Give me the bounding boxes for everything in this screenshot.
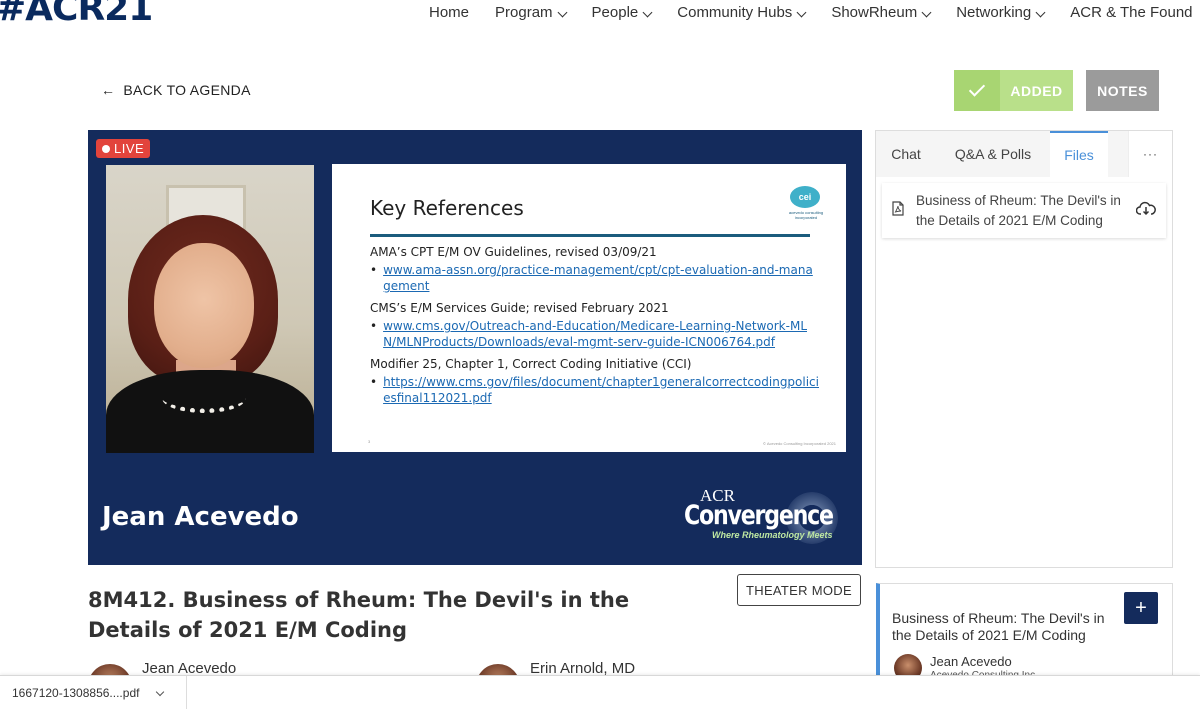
nav-people[interactable]: People: [579, 0, 665, 30]
speaker-camera-feed: [106, 165, 314, 453]
slide-divider: [370, 234, 810, 237]
cloud-download-icon[interactable]: [1135, 201, 1156, 221]
chevron-down-icon: [642, 7, 653, 18]
chevron-down-icon[interactable]: [156, 687, 165, 696]
file-list-item[interactable]: Business of Rheum: The Devil's in the De…: [882, 183, 1166, 238]
back-label: BACK TO AGENDA: [123, 82, 251, 98]
live-dot-icon: [102, 144, 110, 153]
tab-qa-polls[interactable]: Q&A & Polls: [936, 131, 1050, 177]
nav-acr-foundation[interactable]: ACR & The Found: [1057, 0, 1200, 30]
speaker-name: Jean Acevedo: [930, 654, 1012, 669]
download-item[interactable]: 1667120-1308856....pdf: [0, 676, 187, 709]
download-bar: 1667120-1308856....pdf: [0, 675, 1200, 709]
pdf-file-icon: [892, 200, 904, 221]
reference-heading: AMA’s CPT E/M OV Guidelines, revised 03/…: [370, 245, 657, 259]
reference-heading: Modifier 25, Chapter 1, Correct Coding I…: [370, 357, 692, 371]
chevron-down-icon: [921, 7, 932, 18]
live-badge: LIVE: [96, 139, 151, 158]
reference-item: • https://www.cms.gov/files/document/chap…: [370, 375, 819, 405]
side-panel: Chat Q&A & Polls Files ··· Business of R…: [875, 130, 1173, 568]
chevron-down-icon: [796, 7, 807, 18]
reference-link: www.ama-assn.org/practice-management/cpt…: [383, 263, 813, 293]
arrow-left-icon: ←: [101, 82, 116, 98]
file-name: Business of Rheum: The Devil's in the De…: [916, 192, 1121, 228]
slide-copyright: © Acevedo Consulting Incorporated 2021: [763, 441, 836, 446]
theater-mode-button[interactable]: THEATER MODE: [737, 574, 861, 606]
slide-page-number: 3: [368, 439, 371, 444]
chevron-down-icon: [1035, 7, 1046, 18]
reference-heading: CMS’s E/M Services Guide; revised Februa…: [370, 301, 669, 315]
tab-spacer: [1108, 131, 1128, 177]
acr21-logo[interactable]: #ACR21: [0, 0, 153, 29]
nav-program[interactable]: Program: [482, 0, 579, 30]
added-label: ADDED: [1010, 82, 1063, 99]
slide-references: AMA’s CPT E/M OV Guidelines, revised 03/…: [370, 244, 820, 406]
added-button[interactable]: ADDED: [954, 70, 1073, 111]
tab-files[interactable]: Files: [1050, 131, 1108, 177]
nav-showrheum[interactable]: ShowRheum: [818, 0, 943, 30]
reference-item: • www.ama-assn.org/practice-management/cp…: [370, 262, 820, 294]
video-player[interactable]: LIVE Key References cei acevedo consulti…: [88, 130, 862, 565]
slide-title: Key References: [370, 196, 524, 220]
add-to-agenda-button[interactable]: +: [1124, 592, 1158, 624]
nav-networking[interactable]: Networking: [943, 0, 1057, 30]
nav-home[interactable]: Home: [416, 0, 482, 30]
agenda-session-card[interactable]: Business of Rheum: The Devil's in the De…: [876, 583, 1173, 683]
reference-item: • www.cms.gov/Outreach-and-Education/Medi…: [370, 318, 820, 350]
panel-tabs: Chat Q&A & Polls Files ···: [876, 131, 1172, 177]
presentation-slide: Key References cei acevedo consulting in…: [332, 164, 846, 452]
back-to-agenda-link[interactable]: ← BACK TO AGENDA: [101, 82, 251, 98]
notes-button[interactable]: NOTES: [1086, 70, 1159, 111]
checkmark-icon: [954, 70, 1000, 111]
download-filename: 1667120-1308856....pdf: [12, 686, 140, 700]
main-nav: Home Program People Community Hubs ShowR…: [416, 0, 1200, 30]
tab-chat[interactable]: Chat: [876, 131, 936, 177]
reference-link: https://www.cms.gov/files/document/chapt…: [383, 375, 819, 405]
nav-community-hubs[interactable]: Community Hubs: [664, 0, 818, 30]
chevron-down-icon: [557, 7, 567, 18]
reference-link: www.cms.gov/Outreach-and-Education/Medic…: [383, 319, 807, 349]
speaker-nameplate: Jean Acevedo: [102, 502, 299, 532]
acr-convergence-logo: ACR Convergence Where Rheumatology Meets: [678, 480, 848, 550]
agenda-card-title: Business of Rheum: The Devil's in the De…: [892, 610, 1105, 643]
session-title: 8M412. Business of Rheum: The Devil's in…: [88, 588, 630, 642]
more-options-button[interactable]: ···: [1128, 131, 1172, 177]
cei-logo: cei acevedo consulting incorporated: [784, 178, 828, 222]
